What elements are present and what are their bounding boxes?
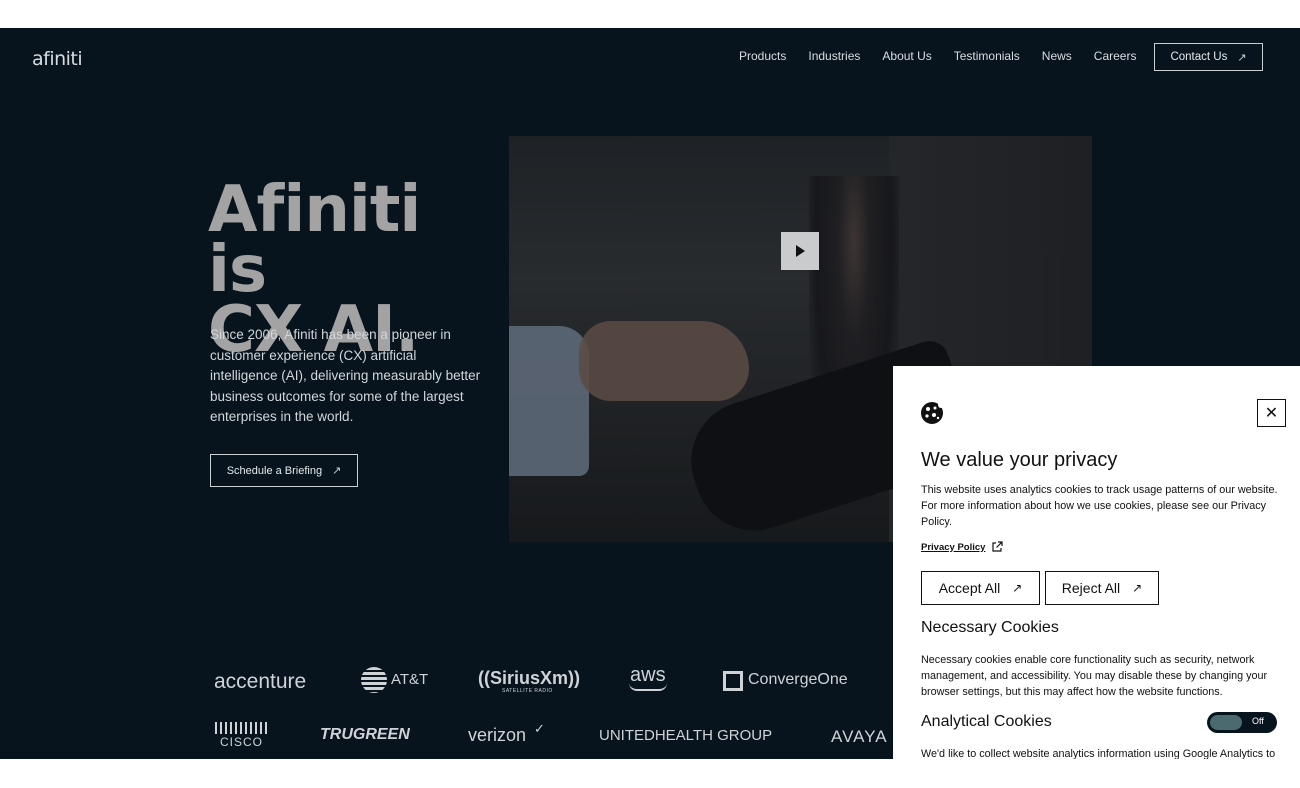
verizon-check-icon: ✓ [534,721,545,736]
accept-all-label: Accept All [938,580,1001,596]
client-logo-cisco: CISCO [220,735,264,749]
close-button[interactable]: ✕ [1257,399,1286,427]
contact-us-button[interactable]: Contact Us ↗ [1154,43,1263,71]
client-logo-siriusxm-tagline: SATELLITE RADIO [502,688,553,694]
client-logo-trugreen: TRUGREEN [320,726,410,743]
schedule-briefing-button[interactable]: Schedule a Briefing ↗ [210,454,358,487]
toggle-state-label: Off [1252,716,1264,726]
client-logo-accenture: accenture [214,670,307,693]
hero-title-line1: Afiniti is [208,173,421,307]
nav-news[interactable]: News [1042,49,1072,63]
arrow-up-right-icon: ↗ [332,465,342,477]
nav-products[interactable]: Products [739,49,786,63]
hero-description: Since 2006, Afiniti has been a pioneer i… [210,327,481,424]
analytical-cookies-toggle[interactable]: Off [1207,712,1277,733]
play-button[interactable] [781,232,819,270]
play-icon [796,245,805,257]
accept-all-button[interactable]: Accept All ↗ [921,571,1040,605]
client-logo-avaya: AVAYA [831,727,888,746]
nav-careers[interactable]: Careers [1094,49,1137,63]
main-nav: Products Industries About Us Testimonial… [739,49,1158,63]
amazon-smile-icon [629,683,667,691]
analytical-cookies-text: We'd like to collect website analytics i… [921,748,1276,759]
privacy-policy-link[interactable]: Privacy Policy [921,541,1004,553]
client-logo-att: AT&T [391,671,429,688]
cookie-title: We value your privacy [921,449,1118,471]
nav-about-us[interactable]: About Us [882,49,931,63]
toggle-knob [1210,715,1242,730]
cookie-icon [919,400,945,431]
necessary-cookies-text: Necessary cookies enable core functional… [921,654,1268,698]
reject-all-button[interactable]: Reject All ↗ [1045,571,1159,605]
arrow-up-right-icon: ↗ [1132,581,1143,595]
external-link-icon [992,541,1004,552]
nav-industries[interactable]: Industries [808,49,860,63]
afiniti-logo[interactable]: afiniti [32,48,83,70]
cisco-bars-icon [215,722,267,734]
convergeone-mark-icon [723,671,743,691]
nav-testimonials[interactable]: Testimonials [954,49,1020,63]
necessary-cookies-title: Necessary Cookies [921,619,1059,636]
arrow-up-right-icon: ↗ [1012,581,1023,595]
client-logo-verizon: verizon [468,725,527,745]
close-icon: ✕ [1264,405,1279,422]
schedule-briefing-label: Schedule a Briefing [226,464,323,477]
reject-all-label: Reject All [1061,580,1121,596]
client-logo-siriusxm: ((SiriusXm)) [478,668,581,688]
analytical-cookies-title: Analytical Cookies [921,713,1052,730]
client-logo-unitedhealth: UNITEDHEALTH GROUP [599,727,773,744]
cookie-consent-panel: ✕ We value your privacy This website use… [893,366,1300,759]
cookie-intro-text: This website uses analytics cookies to t… [921,484,1278,528]
contact-us-label: Contact Us [1170,51,1228,63]
client-logo-convergeone: ConvergeOne [748,671,848,688]
arrow-up-right-icon: ↗ [1237,51,1247,64]
att-globe-icon [361,667,387,693]
privacy-policy-label: Privacy Policy [921,541,986,553]
